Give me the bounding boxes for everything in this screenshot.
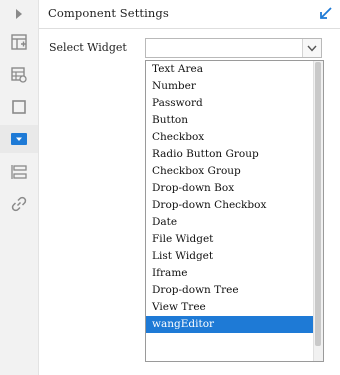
dropdown-option[interactable]: View Tree	[146, 299, 313, 316]
list-stack-icon[interactable]	[0, 158, 38, 186]
expand-arrow-icon[interactable]	[0, 0, 38, 28]
dropdown-option[interactable]: Radio Button Group	[146, 146, 313, 163]
dropdown-option[interactable]: Button	[146, 112, 313, 129]
dropdown-scrollbar[interactable]	[313, 61, 323, 361]
dropdown-option[interactable]: Number	[146, 78, 313, 95]
dropdown-option-selected[interactable]: wangEditor	[146, 316, 313, 333]
widget-select[interactable]	[145, 38, 322, 58]
frame-icon[interactable]	[0, 93, 38, 121]
link-icon[interactable]	[0, 190, 38, 218]
dropdown-option[interactable]: Drop-down Box	[146, 180, 313, 197]
chevron-down-icon[interactable]	[302, 39, 321, 57]
left-toolbar	[0, 0, 39, 375]
table-settings-icon[interactable]	[0, 61, 38, 89]
dropdown-option[interactable]: Drop-down Tree	[146, 282, 313, 299]
dropdown-option[interactable]: List Widget	[146, 248, 313, 265]
panel-header: Component Settings	[39, 0, 340, 29]
panel-title: Component Settings	[48, 6, 169, 20]
dropdown-option[interactable]: Password	[146, 95, 313, 112]
settings-panel: Component Settings Select Widget Text Ar…	[39, 0, 340, 375]
select-widget-label: Select Widget	[49, 41, 127, 54]
component-settings-window: Component Settings Select Widget Text Ar…	[0, 0, 340, 375]
collapse-arrow-icon[interactable]	[318, 5, 334, 21]
panel-body: Select Widget Text Area Number Password …	[39, 29, 340, 375]
widget-dropdown-list: Text Area Number Password Button Checkbo…	[145, 60, 324, 362]
dropdown-option[interactable]: Date	[146, 214, 313, 231]
dropdown-widget-icon[interactable]	[0, 125, 38, 153]
dropdown-option[interactable]: Drop-down Checkbox	[146, 197, 313, 214]
dropdown-option[interactable]: Checkbox	[146, 129, 313, 146]
dropdown-option[interactable]: Text Area	[146, 61, 313, 78]
dropdown-option[interactable]: Checkbox Group	[146, 163, 313, 180]
dropdown-option[interactable]: File Widget	[146, 231, 313, 248]
scrollbar-thumb[interactable]	[315, 62, 321, 346]
table-layout-icon[interactable]	[0, 28, 38, 56]
dropdown-option[interactable]: Iframe	[146, 265, 313, 282]
